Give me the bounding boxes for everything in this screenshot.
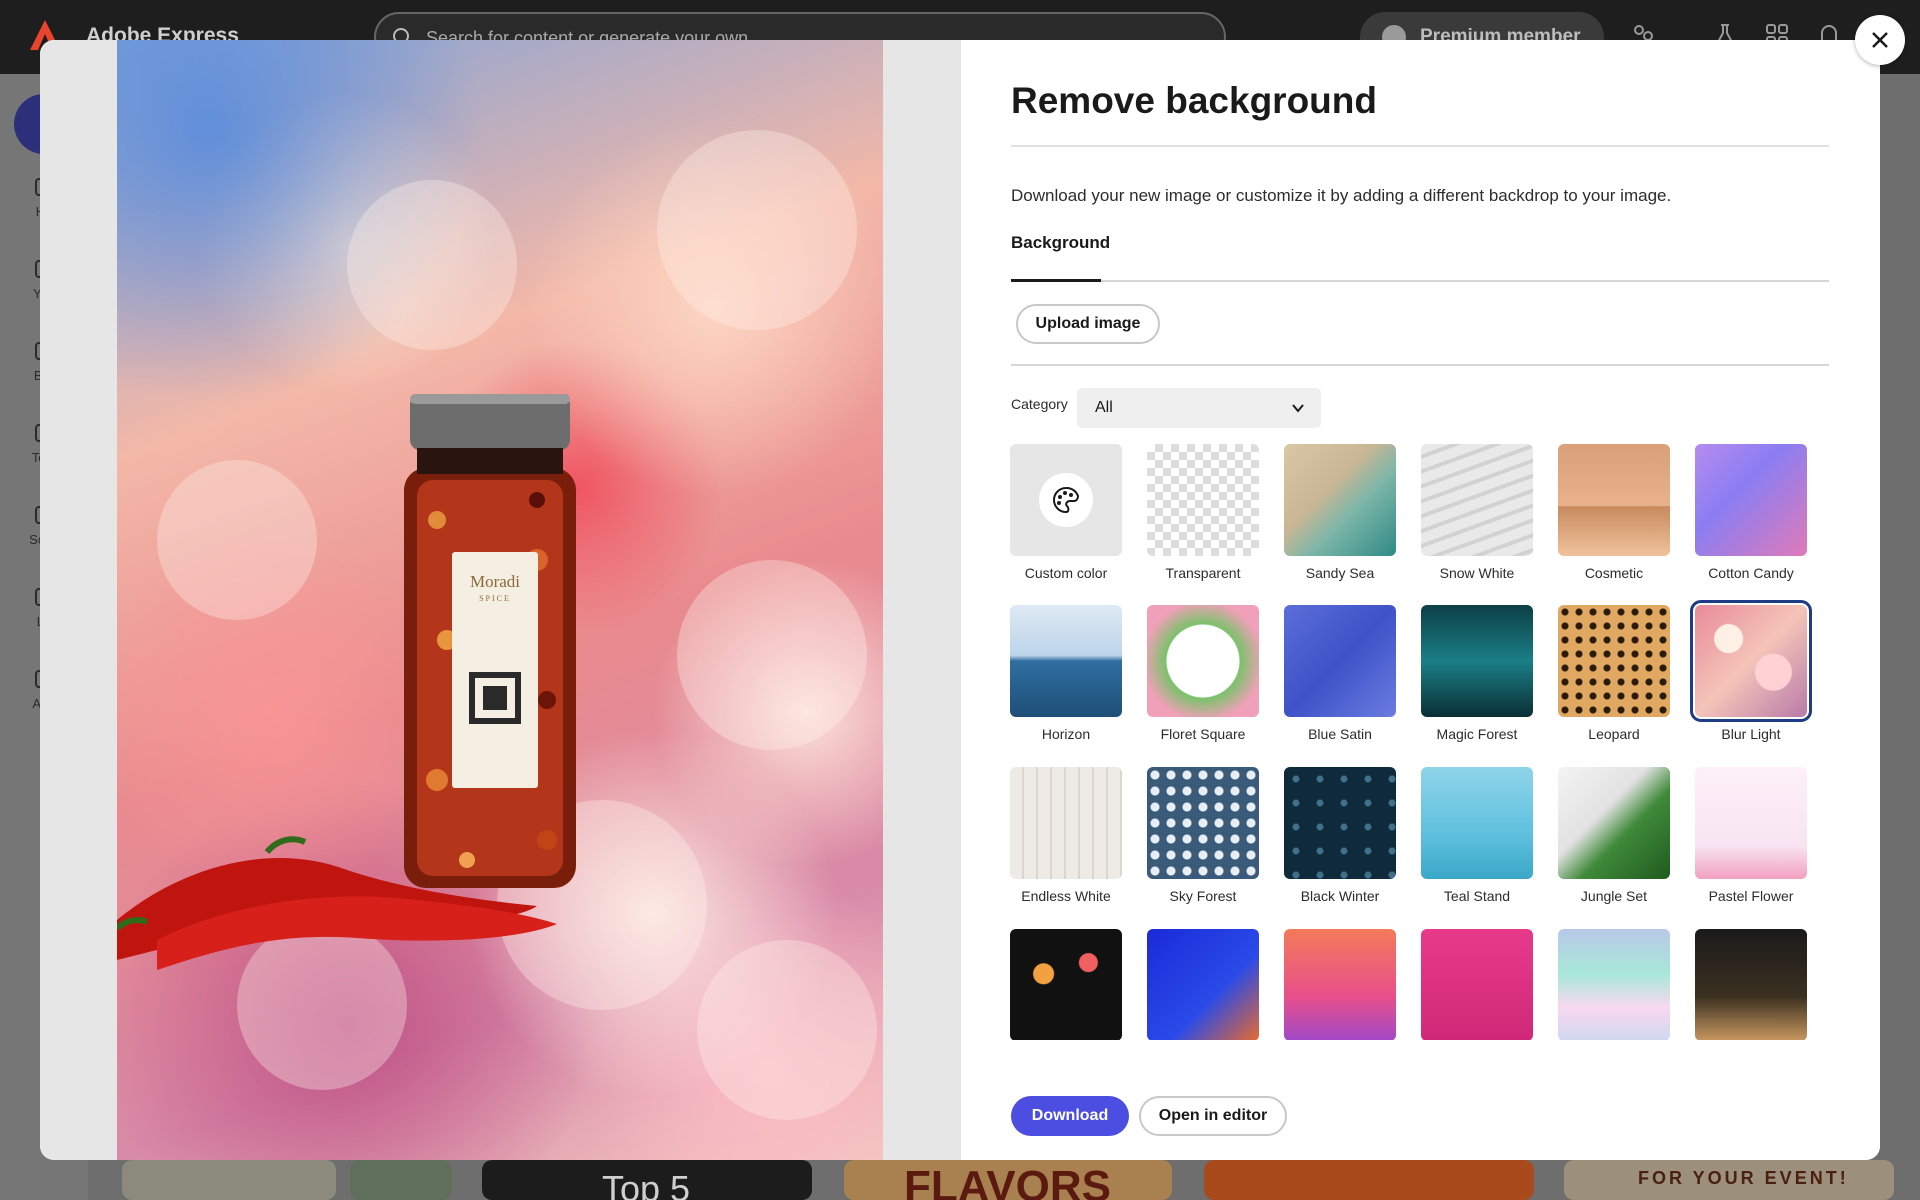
background-option[interactable] <box>1418 929 1536 1040</box>
background-thumbnail <box>1558 767 1670 879</box>
background-option[interactable]: Pastel Flower <box>1692 767 1810 904</box>
background-option[interactable]: Teal Stand <box>1418 767 1536 904</box>
background-option[interactable]: Blue Satin <box>1281 605 1399 742</box>
category-dropdown[interactable]: All <box>1077 388 1321 428</box>
background-thumbnail <box>1421 929 1533 1040</box>
background-option[interactable]: Sandy Sea <box>1281 444 1399 581</box>
background-option[interactable]: Custom color <box>1007 444 1125 581</box>
tab-bar-line <box>1011 280 1829 282</box>
background-thumbnail <box>1147 767 1259 879</box>
category-value: All <box>1095 399 1113 416</box>
bg-template-card <box>1204 1160 1534 1200</box>
background-thumbnail <box>1010 605 1122 717</box>
background-option[interactable]: Blur Light <box>1690 600 1812 742</box>
active-tab-indicator <box>1011 279 1101 282</box>
close-button[interactable] <box>1855 15 1905 65</box>
background-option-label: Teal Stand <box>1443 888 1511 904</box>
background-option-label: Pastel Flower <box>1708 888 1794 904</box>
background-thumbnail <box>1010 444 1122 556</box>
background-thumbnail <box>1147 605 1259 717</box>
background-option[interactable] <box>1281 929 1399 1040</box>
background-option[interactable] <box>1007 929 1125 1040</box>
background-thumbnail <box>1284 605 1396 717</box>
background-option-label: Black Winter <box>1300 888 1380 904</box>
background-option[interactable]: Transparent <box>1144 444 1262 581</box>
chevron-down-icon <box>1292 404 1304 413</box>
background-option-label: Cosmetic <box>1584 565 1644 581</box>
category-label: Category <box>1011 396 1068 412</box>
background-option-label: Cotton Candy <box>1708 565 1794 581</box>
jar-label-sub: SPICE <box>479 594 511 603</box>
tab-background[interactable]: Background <box>1011 233 1110 253</box>
background-option[interactable]: Endless White <box>1007 767 1125 904</box>
background-thumbnail <box>1147 929 1259 1040</box>
bg-template-card <box>122 1160 336 1200</box>
background-option[interactable]: Snow White <box>1418 444 1536 581</box>
background-thumbnail <box>1421 767 1533 879</box>
dialog-description: Download your new image or customize it … <box>1011 186 1672 205</box>
background-option-label: Leopard <box>1588 726 1640 742</box>
background-thumbnail <box>1284 444 1396 556</box>
bg-template-text: Top 5 <box>602 1168 691 1200</box>
background-grid: Custom color Transparent Sandy Sea Snow Whi… <box>1007 444 1837 1040</box>
background-thumbnail <box>1695 444 1807 556</box>
background-thumbnail <box>1147 444 1259 556</box>
open-in-editor-button[interactable]: Open in editor <box>1139 1096 1287 1136</box>
background-thumbnail <box>1284 929 1396 1040</box>
background-thumbnail <box>1010 767 1122 879</box>
background-thumbnail <box>1558 444 1670 556</box>
background-option[interactable]: Jungle Set <box>1555 767 1673 904</box>
bg-template-card <box>350 1160 452 1200</box>
background-thumbnail <box>1421 444 1533 556</box>
background-thumbnail <box>1558 929 1670 1040</box>
background-option[interactable]: Cotton Candy <box>1692 444 1810 581</box>
palette-icon <box>1039 473 1093 527</box>
background-option-label: Snow White <box>1439 565 1515 581</box>
remove-background-dialog: Moradi SPICE Remove background Download … <box>40 40 1880 1160</box>
background-option[interactable]: Black Winter <box>1281 767 1399 904</box>
background-option-label: Blue Satin <box>1308 726 1372 742</box>
background-option[interactable]: Floret Square <box>1144 605 1262 742</box>
upload-image-button[interactable]: Upload image <box>1016 304 1160 344</box>
background-thumbnail <box>1695 929 1807 1040</box>
background-option[interactable]: Magic Forest <box>1418 605 1536 742</box>
background-option[interactable]: Cosmetic <box>1555 444 1673 581</box>
background-option[interactable]: Sky Forest <box>1144 767 1262 904</box>
preview-pane: Moradi SPICE <box>40 40 960 1160</box>
background-option-label: Magic Forest <box>1436 726 1518 742</box>
background-thumbnail <box>1690 600 1812 722</box>
background-option-label: Floret Square <box>1160 726 1246 742</box>
background-option-label: Sky Forest <box>1169 888 1237 904</box>
bg-template-text: FLAVORS <box>904 1162 1111 1200</box>
bg-template-card: Top 5 <box>482 1160 812 1200</box>
background-option-label: Blur Light <box>1721 726 1781 742</box>
background-option-label: Jungle Set <box>1580 888 1648 904</box>
background-option[interactable] <box>1692 929 1810 1040</box>
download-button[interactable]: Download <box>1011 1096 1129 1136</box>
background-option-label: Transparent <box>1165 565 1241 581</box>
background-thumbnail <box>1695 767 1807 879</box>
bg-template-card: FLAVORS <box>844 1160 1172 1200</box>
jar-label-brand: Moradi <box>469 572 521 591</box>
background-option-label: Custom color <box>1024 565 1108 581</box>
background-option[interactable] <box>1144 929 1262 1040</box>
close-icon <box>1872 32 1888 48</box>
background-option-label: Sandy Sea <box>1305 565 1375 581</box>
dialog-title: Remove background <box>1011 80 1377 121</box>
background-option[interactable] <box>1555 929 1673 1040</box>
background-option-label: Horizon <box>1041 726 1091 742</box>
options-panel: Remove background Download your new imag… <box>961 40 1880 1160</box>
background-thumbnail <box>1558 605 1670 717</box>
background-thumbnail <box>1284 767 1396 879</box>
background-option[interactable]: Horizon <box>1007 605 1125 742</box>
background-option-label: Endless White <box>1021 888 1111 904</box>
background-thumbnail <box>1010 929 1122 1040</box>
bg-template-card: FOR YOUR EVENT! <box>1564 1160 1894 1200</box>
background-thumbnail <box>1421 605 1533 717</box>
bg-template-text: FOR YOUR EVENT! <box>1638 1168 1849 1188</box>
background-option[interactable]: Leopard <box>1555 605 1673 742</box>
divider <box>1011 364 1829 366</box>
preview-image: Moradi SPICE <box>117 40 883 1160</box>
divider <box>1011 145 1829 147</box>
